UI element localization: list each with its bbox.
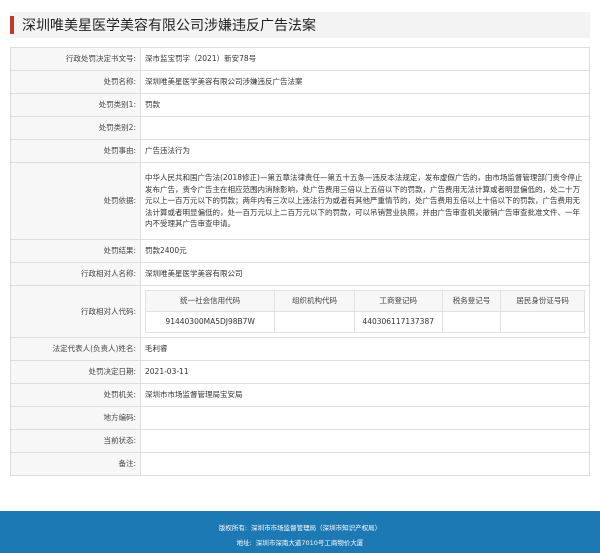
- party-label: 行政相对人名称:: [10, 262, 141, 286]
- page-footer: 版权所有: 深圳市市场监督管理局（深圳市知识产权局） 地址: 深圳市深南大道7010…: [0, 511, 600, 553]
- party-code-label: 行政相对人代码:: [10, 285, 141, 338]
- row-case-name: 处罚名称: 深圳唯美星医学美容有限公司涉嫌违反广告法案: [10, 70, 590, 94]
- address-label: 地址:: [236, 539, 252, 547]
- reason-label: 处罚事由:: [10, 139, 141, 163]
- copyright-label: 版权所有:: [218, 524, 248, 532]
- legal-rep-label: 法定代表人(负责人)姓名:: [10, 337, 141, 361]
- legal-rep-value: 毛利睿: [140, 337, 590, 361]
- org-code-value: [274, 311, 355, 333]
- business-reg-value: 440306117137387: [353, 311, 443, 333]
- category1-label: 处罚类别1:: [10, 93, 141, 117]
- credit-code-value: 91440300MA5DJ98B7W: [144, 311, 276, 333]
- org-code-header: 组织机构代码: [274, 290, 355, 312]
- party-code-header-row: 统一社会信用代码 组织机构代码 工商登记码 税务登记号 居民身份证号码: [144, 290, 585, 312]
- page-title-bar: 深圳唯美星医学美容有限公司涉嫌违反广告法案: [10, 12, 590, 38]
- row-category2: 处罚类别2:: [10, 116, 590, 140]
- business-reg-header: 工商登记码: [353, 290, 443, 312]
- row-region-code: 地方编码:: [10, 406, 590, 430]
- footer-copyright: 版权所有: 深圳市市场监督管理局（深圳市知识产权局）: [0, 522, 600, 532]
- row-basis: 处罚依据: 中华人民共和国广告法(2018修正)—第五章法律责任—第五十五条—违…: [10, 162, 590, 240]
- id-card-header: 居民身份证号码: [500, 290, 585, 312]
- remark-value: [140, 452, 590, 476]
- case-name-label: 处罚名称:: [10, 70, 141, 94]
- title-accent-bar: [10, 16, 14, 34]
- result-label: 处罚结果:: [10, 239, 141, 263]
- authority-value: 深圳市市场监督管理局宝安局: [140, 383, 590, 407]
- copyright-value: 深圳市市场监督管理局（深圳市知识产权局）: [251, 524, 382, 532]
- region-code-label: 地方编码:: [10, 406, 141, 430]
- remark-label: 备注:: [10, 452, 141, 476]
- row-legal-rep: 法定代表人(负责人)姓名: 毛利睿: [10, 337, 590, 361]
- status-label: 当前状态:: [10, 429, 141, 453]
- row-remark: 备注:: [10, 452, 590, 476]
- row-doc-no: 行政处罚决定书文号: 深市监宝罚字（2021）新安78号: [10, 47, 590, 71]
- row-result: 处罚结果: 罚款2400元: [10, 239, 590, 263]
- penalty-info-table: 行政处罚决定书文号: 深市监宝罚字（2021）新安78号 处罚名称: 深圳唯美星…: [10, 47, 590, 476]
- id-card-value: [500, 311, 585, 333]
- category2-value: [140, 116, 590, 140]
- address-value: 深圳市深南大道7010号工商物价大厦: [255, 539, 364, 547]
- status-value: [140, 429, 590, 453]
- page-title: 深圳唯美星医学美容有限公司涉嫌违反广告法案: [22, 18, 316, 34]
- row-decision-date: 处罚决定日期: 2021-03-11: [10, 360, 590, 384]
- party-code-cell: 统一社会信用代码 组织机构代码 工商登记码 税务登记号 居民身份证号码 9144…: [140, 285, 590, 338]
- category2-label: 处罚类别2:: [10, 116, 141, 140]
- tax-reg-header: 税务登记号: [441, 290, 502, 312]
- category1-value: 罚款: [140, 93, 590, 117]
- party-value: 深圳唯美星医学美容有限公司: [140, 262, 590, 286]
- result-value: 罚款2400元: [140, 239, 590, 263]
- case-name-value: 深圳唯美星医学美容有限公司涉嫌违反广告法案: [140, 70, 590, 94]
- credit-code-header: 统一社会信用代码: [144, 290, 276, 312]
- reason-value: 广告违法行为: [140, 139, 590, 163]
- decision-date-label: 处罚决定日期:: [10, 360, 141, 384]
- tax-reg-value: [441, 311, 502, 333]
- basis-label: 处罚依据:: [10, 162, 141, 240]
- basis-value: 中华人民共和国广告法(2018修正)—第五章法律责任—第五十五条—违反本法规定，…: [140, 162, 590, 240]
- doc-no-label: 行政处罚决定书文号:: [10, 47, 141, 71]
- party-code-value-row: 91440300MA5DJ98B7W 440306117137387: [144, 311, 585, 333]
- footer-address: 地址: 深圳市深南大道7010号工商物价大厦: [0, 537, 600, 547]
- region-code-value: [140, 406, 590, 430]
- row-status: 当前状态:: [10, 429, 590, 453]
- row-party: 行政相对人名称: 深圳唯美星医学美容有限公司: [10, 262, 590, 286]
- row-authority: 处罚机关: 深圳市市场监督管理局宝安局: [10, 383, 590, 407]
- row-party-code: 行政相对人代码: 统一社会信用代码 组织机构代码 工商登记码 税务登记号 居民身…: [10, 285, 590, 338]
- decision-date-value: 2021-03-11: [140, 360, 590, 384]
- row-category1: 处罚类别1: 罚款: [10, 93, 590, 117]
- doc-no-value: 深市监宝罚字（2021）新安78号: [140, 47, 590, 71]
- authority-label: 处罚机关:: [10, 383, 141, 407]
- row-reason: 处罚事由: 广告违法行为: [10, 139, 590, 163]
- party-code-subtable: 统一社会信用代码 组织机构代码 工商登记码 税务登记号 居民身份证号码 9144…: [144, 290, 585, 333]
